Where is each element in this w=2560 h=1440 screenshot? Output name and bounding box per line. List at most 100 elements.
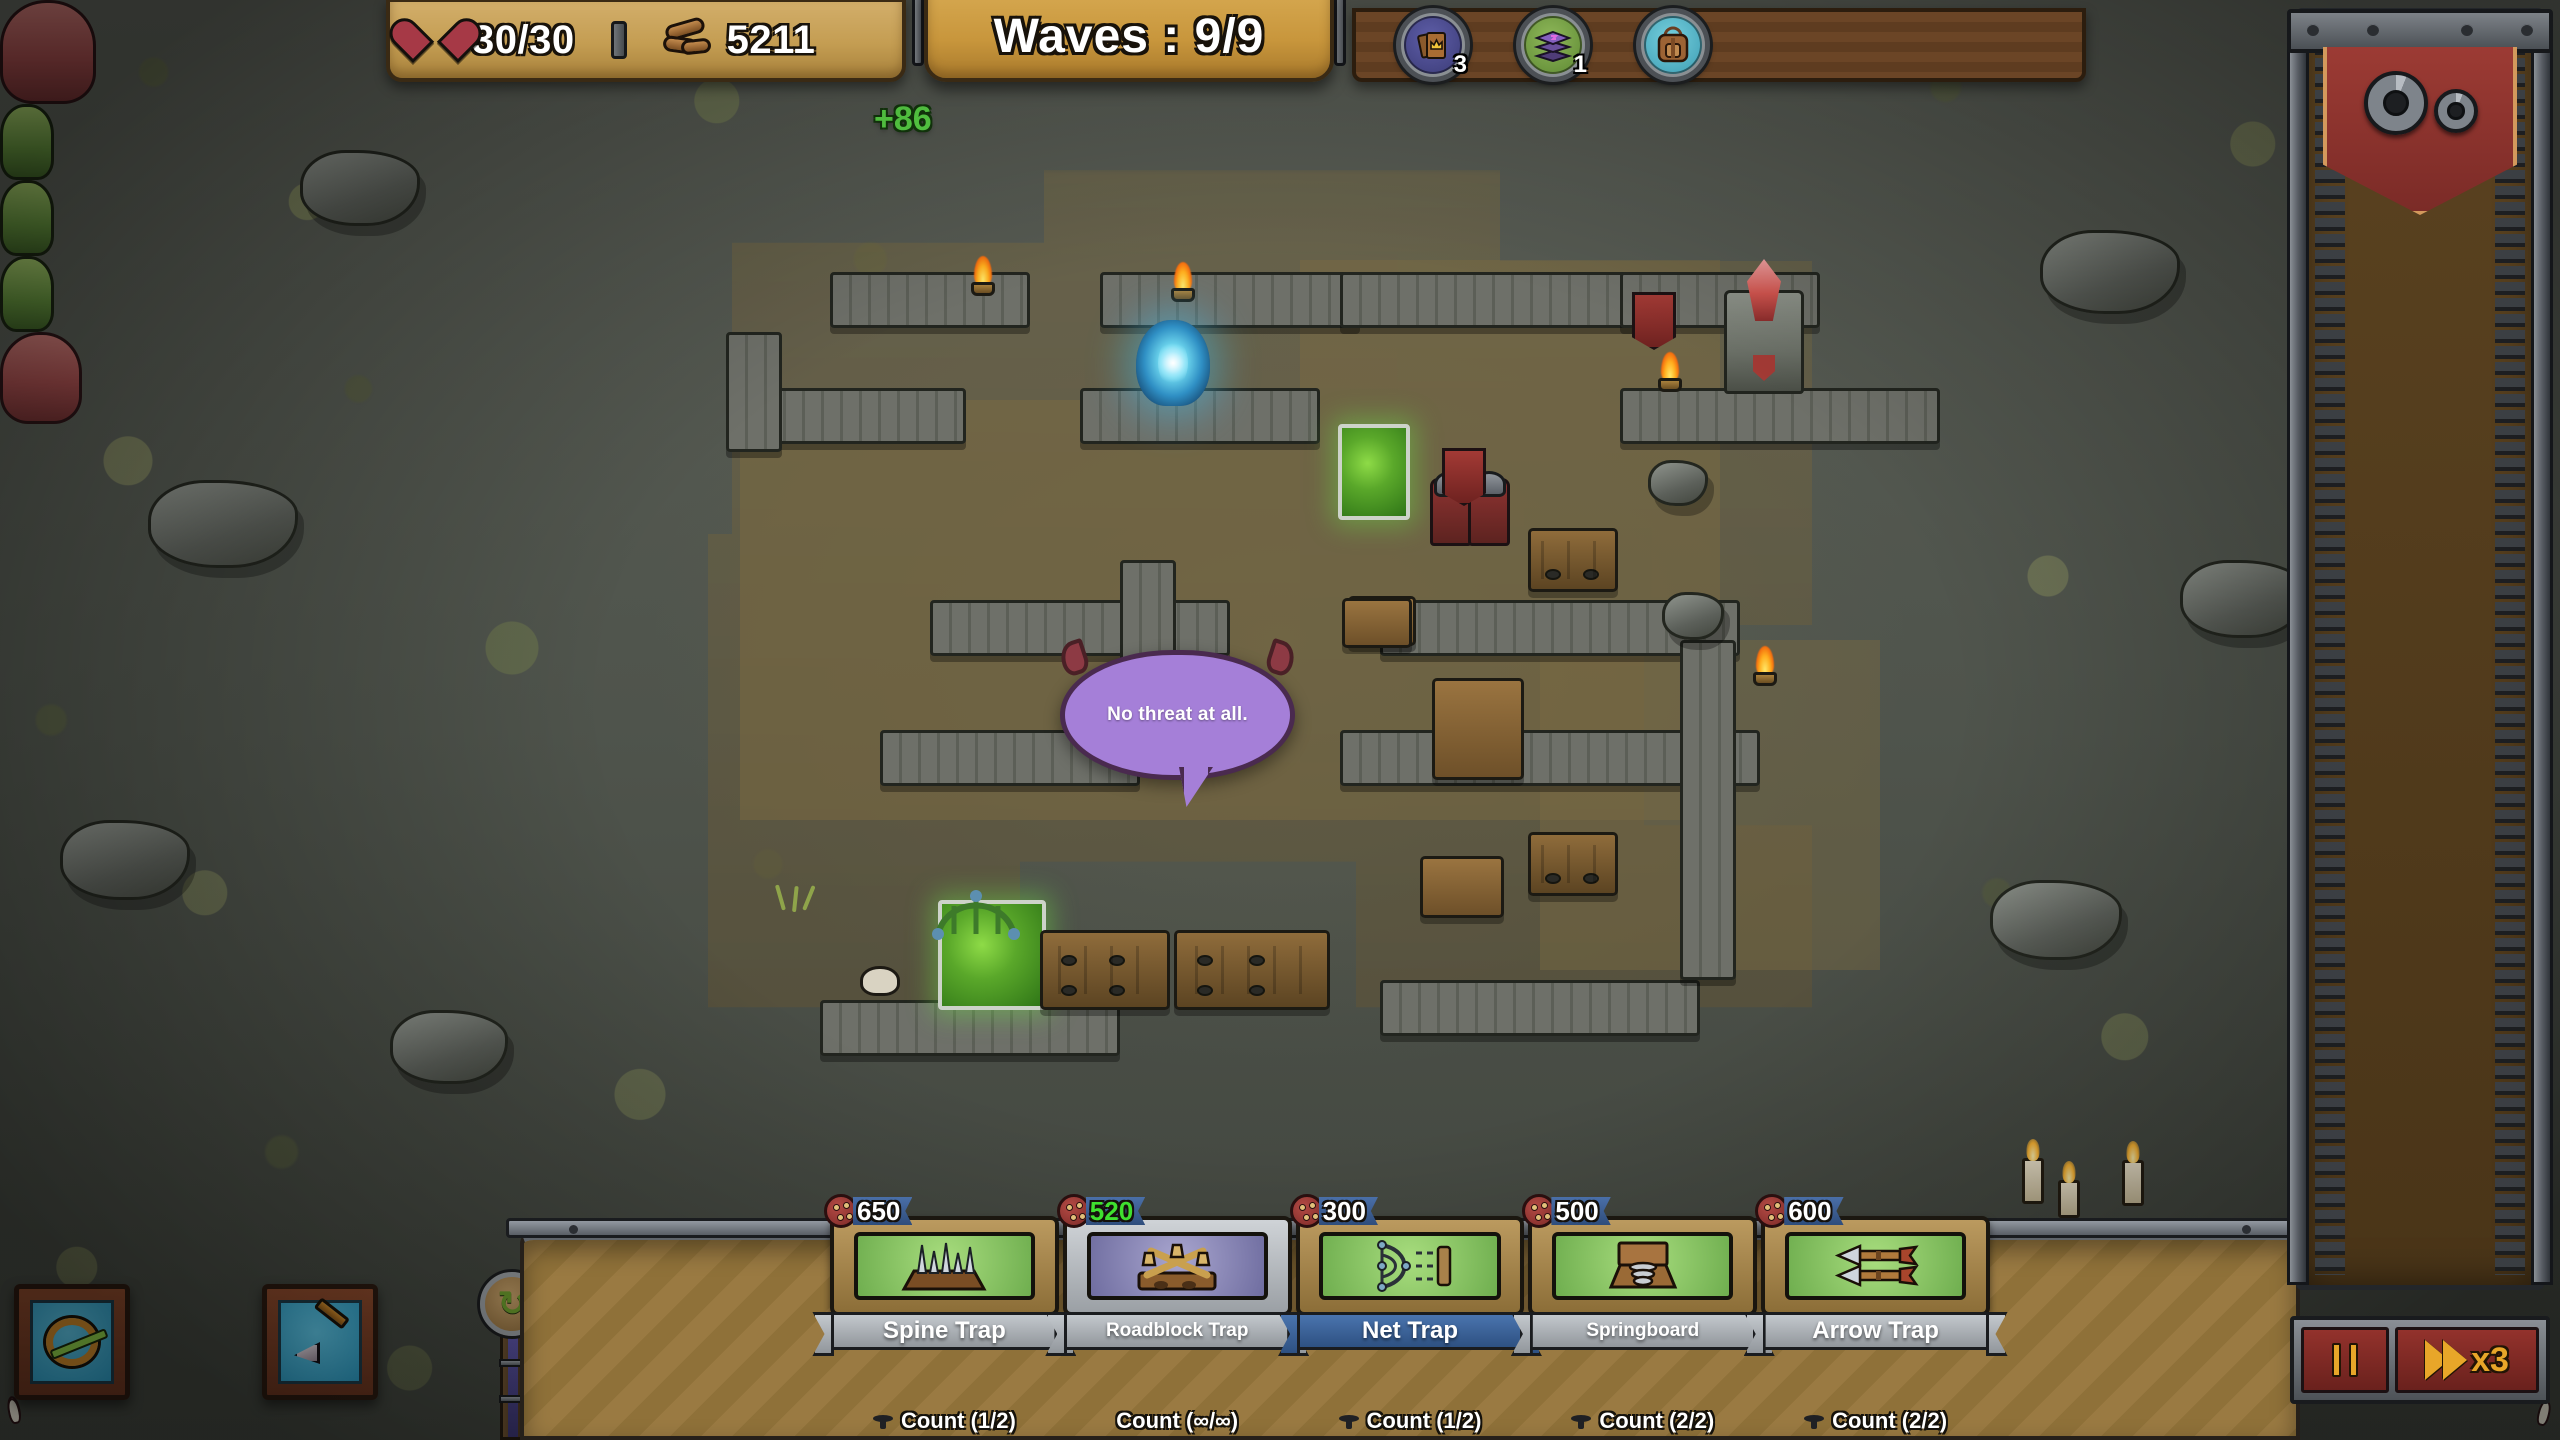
- trap-art-slot: [1319, 1231, 1501, 1301]
- trap-name-ribbon: Net Trap: [1291, 1312, 1529, 1350]
- health-stat: 30/30: [412, 18, 575, 63]
- crystal-tower[interactable]: [1724, 259, 1804, 394]
- sidebar-chain-right: [2495, 23, 2525, 1275]
- trap-count: Count (∞/∞): [1116, 1408, 1239, 1433]
- placed-trap-spine[interactable]: [1342, 598, 1412, 648]
- stone-wall: [1380, 980, 1700, 1036]
- cost-badge: 520: [1056, 1194, 1146, 1228]
- torch: [1168, 258, 1198, 302]
- tiles-count: 1: [1573, 51, 1587, 78]
- trap-cost: 300: [1322, 1195, 1366, 1226]
- trap-card-spine-trap[interactable]: 650 Spine Trap: [824, 1194, 1064, 1440]
- placed-trap-net[interactable]: [1432, 678, 1524, 780]
- settings-banner[interactable]: [2323, 47, 2517, 215]
- speed-multiplier-label: x3: [2471, 1340, 2509, 1379]
- trap-art-slot: [853, 1231, 1035, 1301]
- cost-coin-icon: [1522, 1194, 1557, 1228]
- stone-wall: [1620, 388, 1940, 444]
- heart-icon: [412, 19, 458, 61]
- spear-icon: [292, 1297, 351, 1370]
- stacked-tiles-icon: [1533, 30, 1573, 62]
- skull-decoration: [860, 966, 900, 996]
- cost-plate: 300: [1318, 1195, 1378, 1226]
- pin-icon: [1804, 1413, 1825, 1429]
- placed-trap-roadblock[interactable]: [1040, 930, 1170, 1010]
- wood-stat: 5211: [661, 15, 816, 63]
- rock-cluster: [1662, 592, 1724, 640]
- placed-trap-roadblock[interactable]: [1174, 930, 1330, 1010]
- resource-panel: 30/30 5211: [386, 0, 906, 82]
- wave-label: Waves : 9/9: [993, 9, 1265, 63]
- trap-art: [1528, 1216, 1758, 1316]
- trap-count-cell: Count (2/2): [1761, 1408, 1990, 1434]
- cost-badge: 500: [1522, 1194, 1611, 1228]
- trap-card-arrow-trap[interactable]: 600 Arrow Trap: [1755, 1194, 1995, 1440]
- trap-cost: 600: [1788, 1195, 1832, 1226]
- trap-card-net-trap[interactable]: 300 Net Trap: [1289, 1194, 1529, 1440]
- trap-count: Count (2/2): [1599, 1408, 1715, 1433]
- hud-post: [1334, 0, 1346, 66]
- tiles-button[interactable]: 1: [1516, 8, 1590, 82]
- trap-count: Count (1/2): [900, 1408, 1016, 1433]
- item-slot-ring[interactable]: [14, 1284, 130, 1400]
- health-value: 30/30: [472, 17, 575, 62]
- rock: [1990, 880, 2122, 960]
- item-slot-spear[interactable]: [262, 1284, 378, 1400]
- stone-wall: [726, 332, 782, 452]
- cost-plate: 600: [1784, 1195, 1844, 1226]
- trap-name: Arrow Trap: [1812, 1317, 1939, 1344]
- pin-icon: [872, 1413, 893, 1429]
- trap-art: [1062, 1216, 1292, 1316]
- backpack-glyph-icon: [1657, 26, 1689, 63]
- trap-count-cell: Count (1/2): [830, 1408, 1059, 1434]
- cost-plate: 500: [1551, 1195, 1611, 1226]
- springboard-icon: [1608, 1241, 1678, 1289]
- arrow-trap-icon: [1834, 1244, 1919, 1287]
- trap-count: Count (1/2): [1366, 1408, 1482, 1433]
- rock-cluster: [1648, 460, 1708, 506]
- trap-art: [1295, 1216, 1525, 1316]
- trap-name: Net Trap: [1361, 1317, 1459, 1344]
- trap-art-slot: [1086, 1231, 1268, 1301]
- trap-card-list: 650 Spine Trap 520 Roadblock Trap 300 Ne…: [824, 1194, 1995, 1440]
- placed-trap-roadblock[interactable]: [1528, 528, 1618, 592]
- trap-count-row: Count (1/2) Count (∞/∞) Count (1/2) Coun…: [830, 1408, 1990, 1434]
- card-deck-button[interactable]: 3: [1396, 8, 1470, 82]
- gears-icon: [2360, 69, 2480, 147]
- hud-post: [912, 0, 924, 66]
- stone-wall: [1680, 640, 1736, 980]
- sidebar-top-plate: [2287, 9, 2553, 53]
- trap-name-ribbon: Roadblock Trap: [1058, 1312, 1297, 1350]
- wood-log-icon: [661, 15, 713, 61]
- spawn-portal[interactable]: [1136, 320, 1210, 406]
- pause-button[interactable]: [2301, 1327, 2389, 1393]
- placed-trap-roadblock[interactable]: [1528, 832, 1618, 896]
- candle: [2122, 1160, 2144, 1206]
- candle: [2022, 1158, 2044, 1204]
- bottom-toolbar: 650 Spine Trap 520 Roadblock Trap 300 Ne…: [506, 1194, 2314, 1440]
- trap-card-roadblock-trap[interactable]: 520 Roadblock Trap: [1056, 1194, 1297, 1440]
- trap-card-springboard[interactable]: 500 Springboard: [1522, 1194, 1762, 1440]
- ring-trap-icon: [46, 1318, 98, 1366]
- trap-name: Springboard: [1586, 1320, 1700, 1341]
- fast-forward-button[interactable]: x3: [2395, 1327, 2539, 1393]
- trap-cost: 500: [1555, 1195, 1599, 1226]
- backpack-button[interactable]: [1636, 8, 1710, 82]
- cost-plate: 650: [853, 1197, 913, 1225]
- cost-badge: 300: [1289, 1194, 1378, 1228]
- placed-trap-spine[interactable]: [1420, 856, 1504, 918]
- trap-name: Roadblock Trap: [1105, 1320, 1249, 1341]
- gear-large-icon: [2364, 71, 2428, 135]
- trap-art-slot: [1552, 1231, 1734, 1301]
- roadblock-trap-icon: [1137, 1243, 1217, 1291]
- trap-name-ribbon: Arrow Trap: [1756, 1312, 1995, 1350]
- net-icon: [932, 890, 1020, 940]
- fast-forward-icon: x3: [2425, 1340, 2509, 1380]
- item-slot-spear-bg: [278, 1297, 362, 1384]
- item-slot-ring-bg: [30, 1300, 114, 1384]
- sidebar-frame: [2287, 8, 2553, 1290]
- pin-icon: [1338, 1413, 1359, 1429]
- game-screen: +86 No threat at all. 30/30 5211 Waves:…: [0, 0, 2560, 1440]
- pin-icon: [1571, 1413, 1592, 1429]
- panel-divider: [610, 21, 627, 59]
